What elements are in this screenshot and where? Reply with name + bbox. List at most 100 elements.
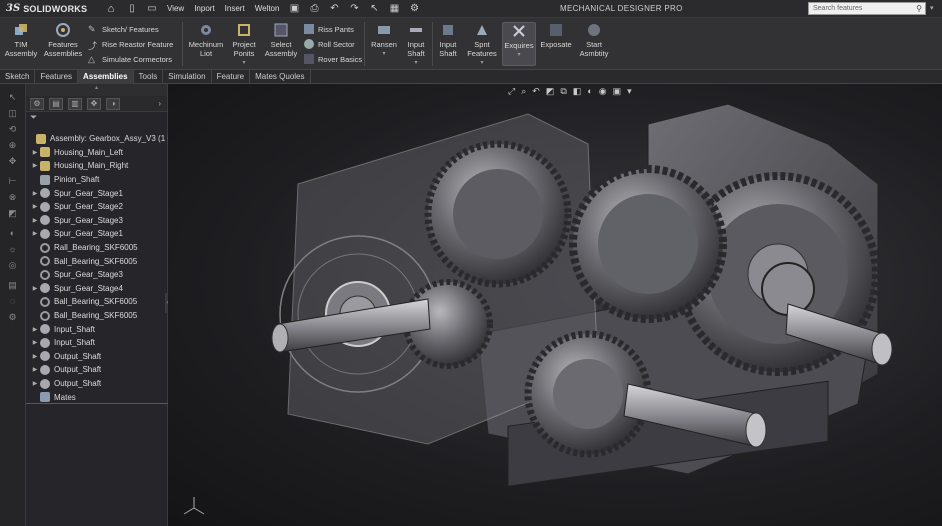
search-dropdown-icon[interactable]: ▾: [930, 4, 934, 12]
display-manager-tab-icon[interactable]: ◑: [106, 97, 120, 110]
tree-item[interactable]: Mates: [30, 390, 76, 404]
graphics-viewport[interactable]: ⤢ ⌕ ↶ ◩ ⧉ ◧ ◐ ◉ ▣ ▾: [168, 84, 942, 526]
rover-basics-button[interactable]: Rover Basics: [304, 54, 362, 64]
input-shaft-button[interactable]: Input Shaft ▾: [402, 22, 430, 68]
search-icon[interactable]: ⚲: [916, 4, 922, 13]
expand-arrow-icon[interactable]: ▶: [30, 353, 40, 360]
simulate-connectors-button[interactable]: △ Simulate Cormectors: [88, 54, 172, 64]
hide-icon[interactable]: ◌: [6, 296, 19, 307]
tree-root-assembly[interactable]: Assembly: Gearbox_Assy_V3 (1 item: [26, 132, 183, 146]
section-view-icon[interactable]: ◩: [546, 86, 555, 97]
tree-item[interactable]: Ball_Bearing_SKF6005: [30, 309, 137, 323]
tree-item[interactable]: ▶ Output_Shaft: [30, 350, 101, 364]
rebuild-icon[interactable]: ▦: [388, 3, 400, 15]
pointer-icon[interactable]: ↖: [6, 92, 19, 103]
property-manager-tab-icon[interactable]: ▤: [49, 97, 63, 110]
expand-arrow-icon[interactable]: ▶: [30, 230, 40, 237]
expand-arrow-icon[interactable]: ▶: [30, 380, 40, 387]
mechinum-liot-button[interactable]: Mechinum Liot: [186, 22, 226, 58]
menu-insert[interactable]: Insert: [220, 4, 250, 13]
open-folder-icon[interactable]: ▭: [146, 3, 158, 15]
expand-arrow-icon[interactable]: ▶: [30, 366, 40, 373]
view-orientation-icon[interactable]: ⧉: [560, 86, 566, 97]
tab-assemblies[interactable]: Assemblies: [78, 70, 134, 84]
undo-icon[interactable]: ↶: [328, 3, 340, 15]
tree-item[interactable]: ▶ Spur_Gear_Stage3: [30, 214, 123, 228]
tab-mates-quoles[interactable]: Mates Quoles: [250, 70, 311, 84]
new-file-icon[interactable]: ▯: [126, 3, 138, 15]
zoom-to-fit-icon[interactable]: ⤢: [508, 86, 515, 97]
tree-rollback-bar[interactable]: [26, 403, 168, 404]
spur-gear-input[interactable]: [424, 140, 572, 288]
tree-item[interactable]: Spur_Gear_Stage3: [30, 268, 123, 282]
tree-item[interactable]: ▶ Spur_Gear_Stage2: [30, 200, 123, 214]
edit-appearance-icon[interactable]: ◉: [599, 86, 607, 97]
display-style-icon[interactable]: ◧: [573, 86, 582, 97]
tab-sketch[interactable]: Sketch: [0, 70, 36, 84]
appearance-icon[interactable]: ◐: [6, 228, 19, 239]
pan-icon[interactable]: ✥: [6, 156, 19, 167]
hide-show-icon[interactable]: ◐: [587, 86, 592, 97]
tree-item[interactable]: ▶ Spur_Gear_Stage1: [30, 186, 123, 200]
expand-arrow-icon[interactable]: ▶: [30, 326, 40, 333]
tree-item[interactable]: Ball_Bearing_SKF6005: [30, 295, 137, 309]
tree-item[interactable]: Ball_Bearing_SKF6005: [30, 254, 137, 268]
tab-simulation[interactable]: Simulation: [163, 70, 212, 84]
dropdown-arrow-icon[interactable]: ▾: [368, 50, 400, 59]
tree-item[interactable]: ▶ Spur_Gear_Stage4: [30, 282, 123, 296]
input-shaft-2-button[interactable]: Input Shaft: [434, 22, 462, 58]
display-icon[interactable]: ▤: [6, 280, 19, 291]
save-icon[interactable]: ▣: [288, 3, 300, 15]
print-icon[interactable]: ⎙: [308, 3, 320, 15]
ransen-button[interactable]: Ransen ▾: [368, 22, 400, 59]
filter-icon[interactable]: ⏷: [26, 112, 167, 124]
home-icon[interactable]: ⌂: [100, 3, 122, 15]
menu-inport[interactable]: Inport: [189, 4, 219, 13]
expand-arrow-icon[interactable]: ▶: [30, 149, 40, 156]
scene-icon[interactable]: ☼: [6, 244, 19, 255]
tree-item[interactable]: ▶ Housing_Main_Left: [30, 146, 123, 160]
menu-view[interactable]: View: [162, 4, 189, 13]
spur-gear-mid[interactable]: [569, 165, 727, 323]
redo-icon[interactable]: ↷: [348, 3, 360, 15]
tree-item[interactable]: Rall_Bearing_SKF6005: [30, 241, 138, 255]
sketch-features-button[interactable]: ✎ Sketch/ Features: [88, 24, 159, 34]
zoom-icon[interactable]: ⊕: [6, 140, 19, 151]
view-icon[interactable]: ◫: [6, 108, 19, 119]
gearbox-model[interactable]: [168, 84, 942, 526]
previous-view-icon[interactable]: ↶: [532, 86, 540, 97]
expand-arrow-icon[interactable]: ▶: [30, 217, 40, 224]
select-assembly-button[interactable]: Select Assembly: [262, 22, 300, 58]
expand-arrow-icon[interactable]: ▶: [30, 285, 40, 292]
tree-item[interactable]: ▶ Input_Shaft: [30, 336, 95, 350]
dimxpert-tab-icon[interactable]: ✥: [87, 97, 101, 110]
zoom-area-icon[interactable]: ⌕: [521, 86, 526, 97]
configuration-tab-icon[interactable]: ▥: [68, 97, 82, 110]
roll-sector-button[interactable]: Roll Sector: [304, 39, 355, 49]
start-assembly-button[interactable]: Start Asmbtity: [576, 22, 612, 58]
rotate-icon[interactable]: ⟲: [6, 124, 19, 135]
measure-icon[interactable]: ⊢: [6, 176, 19, 187]
expand-arrow-icon[interactable]: ▶: [30, 190, 40, 197]
search-input[interactable]: Search features ⚲: [808, 2, 926, 15]
section-icon[interactable]: ◩: [6, 208, 19, 219]
tree-item[interactable]: ▶ Input_Shaft: [30, 322, 95, 336]
dropdown-arrow-icon[interactable]: ▾: [402, 59, 430, 68]
tab-features[interactable]: Features: [35, 70, 79, 84]
tree-item[interactable]: ▶ Output_Shaft: [30, 363, 101, 377]
dropdown-arrow-icon[interactable]: ▾: [503, 51, 535, 60]
exposate-button[interactable]: Exposate: [538, 22, 574, 49]
options-gear-icon[interactable]: ⚙: [408, 3, 420, 15]
menu-welton[interactable]: Welton: [250, 4, 285, 13]
tree-item[interactable]: Pinion_Shaft: [30, 173, 99, 187]
view-settings-icon[interactable]: ▾: [627, 86, 632, 97]
exquires-button[interactable]: Exquires ▾: [502, 22, 536, 66]
tree-item[interactable]: ▶ Output_Shaft: [30, 377, 101, 391]
project-ponits-button[interactable]: Project Ponits ▾: [228, 22, 260, 68]
features-assemblies-button[interactable]: Features Assemblies: [42, 22, 84, 58]
tab-tools[interactable]: Tools: [134, 70, 164, 84]
dropdown-arrow-icon[interactable]: ▾: [228, 59, 260, 68]
chevron-right-icon[interactable]: ›: [158, 99, 161, 108]
expand-arrow-icon[interactable]: ▶: [30, 339, 40, 346]
feature-tree-tab-icon[interactable]: ⚙: [30, 97, 44, 110]
